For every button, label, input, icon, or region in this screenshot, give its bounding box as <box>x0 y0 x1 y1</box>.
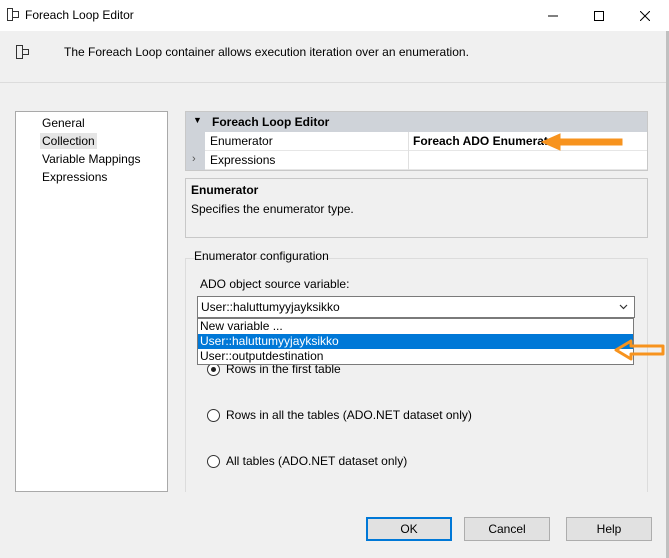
property-help-pane: Enumerator Specifies the enumerator type… <box>185 178 648 238</box>
radio-label: Rows in all the tables (ADO.NET dataset … <box>226 408 472 422</box>
foreach-loop-icon <box>7 8 19 21</box>
group-label: Enumerator configuration <box>194 249 329 263</box>
ado-source-dropdown-list: New variable ... User::haluttumyyjayksik… <box>197 318 634 365</box>
ado-source-label: ADO object source variable: <box>200 277 350 291</box>
radio-label: All tables (ADO.NET dataset only) <box>226 454 408 468</box>
radio-rows-all-tables[interactable]: Rows in all the tables (ADO.NET dataset … <box>207 407 472 423</box>
dropdown-option-new-variable[interactable]: New variable ... <box>198 319 633 334</box>
nav-item-variable-mappings[interactable]: Variable Mappings <box>40 151 143 167</box>
close-icon <box>640 10 650 21</box>
property-name: Enumerator <box>210 134 273 148</box>
help-button[interactable]: Help <box>566 517 652 541</box>
property-name: Expressions <box>210 153 276 167</box>
property-row-expressions[interactable]: › Expressions <box>186 151 647 170</box>
help-title: Enumerator <box>191 183 259 197</box>
maximize-icon <box>594 10 604 21</box>
column-separator <box>408 132 409 151</box>
nav-item-general[interactable]: General <box>40 115 87 131</box>
collapse-icon[interactable]: ▼ <box>193 115 202 125</box>
chevron-down-icon[interactable] <box>619 302 628 311</box>
nav-item-collection[interactable]: Collection <box>40 133 97 149</box>
container-icon <box>16 45 29 59</box>
ok-button[interactable]: OK <box>366 517 452 541</box>
annotation-arrow-icon <box>540 133 623 151</box>
page-navigation: General Collection Variable Mappings Exp… <box>15 111 168 492</box>
maximize-button[interactable] <box>576 0 622 31</box>
divider <box>0 82 669 83</box>
combobox-value: User::haluttumyyjayksikko <box>201 300 340 314</box>
nav-item-expressions[interactable]: Expressions <box>40 169 109 185</box>
cancel-button[interactable]: Cancel <box>464 517 550 541</box>
column-separator <box>408 151 409 170</box>
window-title: Foreach Loop Editor <box>25 8 134 22</box>
dialog-description: The Foreach Loop container allows execut… <box>64 45 469 59</box>
ado-source-combobox[interactable]: User::haluttumyyjayksikko <box>197 296 635 318</box>
minimize-icon <box>548 15 558 16</box>
property-category-label: Foreach Loop Editor <box>212 115 330 129</box>
annotation-arrow-icon <box>614 339 665 361</box>
minimize-button[interactable] <box>530 0 576 31</box>
help-body: Specifies the enumerator type. <box>191 202 354 216</box>
row-gutter <box>186 132 205 151</box>
chevron-right-icon[interactable]: › <box>192 153 196 165</box>
radio-all-tables[interactable]: All tables (ADO.NET dataset only) <box>207 453 407 469</box>
radio-button[interactable] <box>207 408 220 422</box>
dropdown-option-haluttumyyjayksikko[interactable]: User::haluttumyyjayksikko <box>198 334 633 349</box>
enumerator-value[interactable]: Foreach ADO Enumerat <box>413 134 548 148</box>
close-button[interactable] <box>622 0 668 31</box>
dropdown-option-outputdestination[interactable]: User::outputdestination <box>198 349 633 364</box>
title-bar: Foreach Loop Editor <box>0 0 669 31</box>
radio-button[interactable] <box>207 454 220 468</box>
row-gutter: › <box>186 151 205 170</box>
property-category-header[interactable]: ▼ Foreach Loop Editor <box>186 112 647 132</box>
